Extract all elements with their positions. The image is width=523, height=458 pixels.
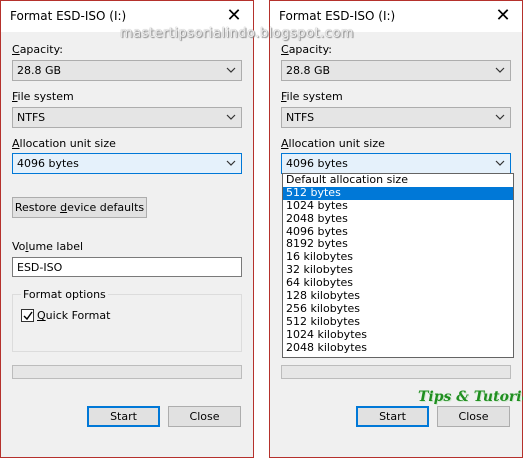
quick-format-checkbox[interactable] [21, 309, 34, 322]
dropdown-option[interactable]: 512 kilobytes [283, 315, 513, 329]
chevron-down-icon [225, 109, 237, 126]
capacity-combobox[interactable]: 28.8 GB [281, 60, 511, 81]
format-progress-bar [12, 365, 242, 379]
close-button[interactable]: Close [437, 406, 510, 427]
allocation-label: Allocation unit size [12, 137, 116, 150]
window-title: Format ESD-ISO (I:) [279, 9, 396, 23]
close-icon[interactable]: ✕ [492, 5, 514, 27]
filesystem-value: NTFS [286, 111, 315, 124]
capacity-value: 28.8 GB [286, 64, 331, 77]
capacity-value: 28.8 GB [17, 64, 62, 77]
chevron-down-icon [225, 155, 237, 172]
chevron-down-icon [494, 109, 506, 126]
allocation-value: 4096 bytes [17, 157, 79, 170]
dropdown-option[interactable]: 1024 kilobytes [283, 328, 513, 342]
allocation-value: 4096 bytes [286, 157, 348, 170]
format-dialog-left: Format ESD-ISO (I:) ✕ Capacity: 28.8 GB … [0, 0, 254, 458]
dropdown-option[interactable]: Default allocation size [283, 173, 513, 187]
checkmark-icon [23, 311, 33, 321]
allocation-combobox[interactable]: 4096 bytes [12, 153, 242, 174]
format-progress-bar [281, 365, 511, 379]
filesystem-combobox[interactable]: NTFS [281, 107, 511, 128]
dropdown-option[interactable]: 1024 bytes [283, 199, 513, 213]
chevron-down-icon [494, 62, 506, 79]
filesystem-label: File system [12, 90, 74, 103]
allocation-label: Allocation unit size [281, 137, 385, 150]
format-options-title: Format options [21, 288, 108, 301]
close-icon[interactable]: ✕ [223, 5, 245, 27]
filesystem-combobox[interactable]: NTFS [12, 107, 242, 128]
filesystem-label: File system [281, 90, 343, 103]
volume-label-input[interactable]: ESD-ISO [12, 257, 242, 277]
chevron-down-icon [225, 62, 237, 79]
watermark-text: mastertipsorialindo.blogspot.com [120, 26, 355, 41]
dropdown-option[interactable]: 2048 bytes [283, 212, 513, 226]
start-button[interactable]: Start [356, 406, 429, 427]
dropdown-option[interactable]: 128 kilobytes [283, 289, 513, 303]
capacity-label: Capacity: [12, 43, 63, 56]
volume-label-label: Volume label [12, 240, 84, 253]
capacity-combobox[interactable]: 28.8 GB [12, 60, 242, 81]
window-title: Format ESD-ISO (I:) [10, 9, 127, 23]
start-button[interactable]: Start [87, 406, 160, 427]
close-button[interactable]: Close [168, 406, 241, 427]
dropdown-option[interactable]: 2048 kilobytes [283, 341, 513, 355]
format-options-group [12, 294, 242, 352]
chevron-down-icon [494, 155, 506, 172]
allocation-dropdown-list[interactable]: Default allocation size 512 bytes 1024 byt… [282, 173, 514, 358]
allocation-combobox[interactable]: 4096 bytes [281, 153, 511, 174]
restore-defaults-button[interactable]: Restore device defaults [12, 197, 147, 218]
volume-label-value: ESD-ISO [17, 261, 63, 274]
dropdown-option[interactable]: 512 bytes [283, 186, 513, 200]
filesystem-value: NTFS [17, 111, 46, 124]
capacity-label: Capacity: [281, 43, 332, 56]
quick-format-label[interactable]: Quick Format [37, 309, 110, 322]
dropdown-option[interactable]: 256 kilobytes [283, 302, 513, 316]
tips-tutorial-logo: Tips & Tutorial [418, 389, 523, 405]
